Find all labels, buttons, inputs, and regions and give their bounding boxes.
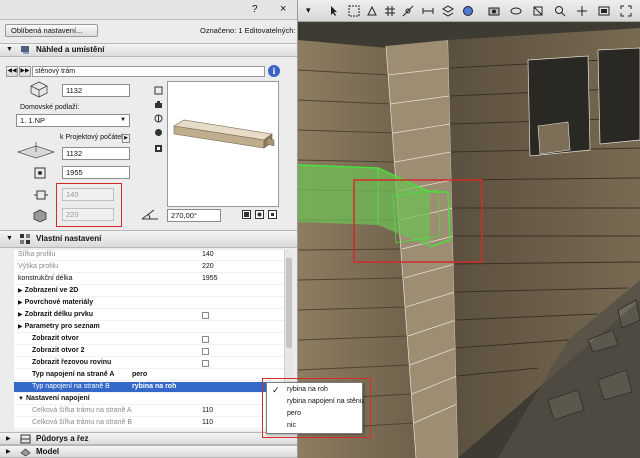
settings-panel: ? × Oblíbená nastavení... Označeno: 1 Ed…	[0, 0, 298, 458]
expand-triangle-icon: ▶	[18, 300, 23, 306]
home-story-label: Domovské podlaží:	[20, 104, 80, 111]
info-icon[interactable]: i	[268, 65, 280, 77]
expand-triangle-icon: ▶	[18, 312, 23, 318]
favorites-button[interactable]: Oblíbená nastavení...	[5, 24, 98, 37]
side-view-icon[interactable]	[154, 100, 163, 109]
arrow-tool-icon[interactable]	[328, 5, 340, 17]
front-view-icon[interactable]	[154, 114, 163, 123]
expand-triangle-icon: ▶	[6, 436, 11, 442]
mirror-right-icon[interactable]	[268, 210, 277, 219]
render-tool-icon[interactable]	[462, 5, 474, 17]
home-story-select[interactable]: 1. 1.NP ▼	[16, 114, 130, 127]
table-row[interactable]: ▶ Zobrazit délku prvku	[14, 310, 284, 321]
section-floorplan[interactable]: ▶ Půdorys a řez	[0, 432, 297, 445]
table-row[interactable]: ▶ Zobrazení ve 2D	[14, 286, 284, 297]
expand-triangle-icon: ▶	[18, 288, 23, 294]
table-row[interactable]: konstrukční délka 1955	[14, 274, 284, 285]
project-origin-label: k Projektový počátek	[60, 134, 125, 141]
floorplan-icon	[20, 434, 31, 444]
beam-settings-icon	[21, 46, 29, 54]
panel-title-bar: ? ×	[0, 0, 297, 20]
table-row[interactable]: Typ napojení na straně Apero	[14, 370, 284, 381]
zoom-tool-icon[interactable]	[554, 5, 566, 17]
section-title: Vlastní nastavení	[36, 234, 102, 243]
table-row[interactable]: ▶ Parametry pro seznam	[14, 322, 284, 333]
top-offset-icon	[30, 81, 48, 98]
collapse-triangle-icon: ▼	[18, 396, 24, 402]
snap-tool-icon[interactable]	[366, 5, 378, 17]
orbit-tool-icon[interactable]	[510, 5, 522, 17]
expand-triangle-icon: ▶	[6, 449, 11, 455]
checkbox[interactable]	[202, 336, 209, 343]
chevron-down-icon[interactable]: ▾	[306, 5, 318, 17]
origin-toggle-button[interactable]: ▶	[122, 134, 130, 143]
home-story-value: 1. 1.NP	[20, 116, 46, 125]
checkbox[interactable]	[202, 312, 209, 319]
scroll-thumb[interactable]	[286, 258, 292, 348]
table-row[interactable]: Celková šířka trámu na straně A 110	[14, 406, 284, 417]
section-custom-settings[interactable]: ▼ Vlastní nastavení	[0, 230, 297, 248]
highlight-box	[262, 378, 371, 438]
top-offset-input[interactable]: 1132	[62, 84, 130, 97]
axonometric-view-icon[interactable]	[154, 128, 163, 137]
height-icon	[33, 209, 47, 222]
close-icon[interactable]: ×	[280, 3, 286, 15]
dimension-tool-icon[interactable]	[422, 5, 434, 17]
project-origin-input[interactable]: 1132	[62, 147, 130, 160]
prev-profile-button[interactable]: ◀◀	[6, 66, 18, 77]
properties-table: Šířka profilu 140 Výška profilu 220 konstr…	[14, 250, 284, 430]
viewport-toolbar: ▾	[298, 0, 640, 22]
table-row[interactable]: Zobrazit řezovou rovinu	[14, 358, 284, 369]
marquee-tool-icon[interactable]	[348, 5, 360, 17]
story-offset-icon	[16, 142, 56, 159]
profile-name-field[interactable]: stěnový trám	[32, 66, 265, 77]
section-view-icon[interactable]	[154, 144, 163, 153]
highlight-box	[56, 183, 122, 227]
pan-tool-icon[interactable]	[576, 5, 588, 17]
layer-tool-icon[interactable]	[442, 5, 454, 17]
mirror-left-icon[interactable]	[242, 210, 251, 219]
section-preview-placement[interactable]: ▼ Náhled a umístění	[0, 43, 297, 57]
next-profile-button[interactable]: ▶▶	[19, 66, 31, 77]
model-icon	[20, 448, 31, 457]
checkbox[interactable]	[202, 360, 209, 367]
rotation-angle-input[interactable]: 270,00°	[167, 209, 221, 222]
table-row[interactable]: Výška profilu 220	[14, 262, 284, 273]
table-row-selected[interactable]: Typ napojení na straně Brybina na roh	[14, 382, 284, 393]
section-title: Náhled a umístění	[36, 45, 105, 54]
table-row[interactable]: ▶ Povrchové materiály	[14, 298, 284, 309]
length-input[interactable]: 1955	[62, 166, 130, 179]
fit-window-icon[interactable]	[620, 5, 632, 17]
view-settings-icon[interactable]	[598, 5, 610, 17]
table-row[interactable]: Celková šířka trámu na straně B 110	[14, 418, 284, 429]
camera-tool-icon[interactable]	[488, 5, 500, 17]
mirror-center-icon[interactable]	[255, 210, 264, 219]
collapse-triangle-icon: ▼	[6, 46, 13, 53]
guide-lines-icon[interactable]	[402, 5, 414, 17]
selection-info: Označeno: 1 Editovatelných: 1	[200, 26, 298, 35]
table-row[interactable]: Zobrazit otvor 2	[14, 346, 284, 357]
table-row[interactable]: Zobrazit otvor	[14, 334, 284, 345]
table-row[interactable]: ▼ Nastavení napojení	[14, 394, 284, 405]
plan-view-icon[interactable]	[154, 86, 163, 95]
rotation-angle-icon	[141, 209, 158, 220]
collapse-triangle-icon: ▼	[6, 235, 13, 242]
length-icon	[34, 167, 46, 179]
grid-snap-icon[interactable]	[384, 5, 396, 17]
help-icon[interactable]: ?	[252, 4, 258, 15]
checkbox[interactable]	[202, 348, 209, 355]
custom-settings-icon	[20, 234, 30, 244]
width-icon	[34, 190, 48, 200]
expand-triangle-icon: ▶	[18, 324, 23, 330]
section-box-icon[interactable]	[532, 5, 544, 17]
beam-preview	[167, 81, 279, 207]
table-row[interactable]: Šířka profilu 140	[14, 250, 284, 261]
section-model[interactable]: ▶ Model	[0, 445, 297, 458]
beam-preview-drawing	[173, 119, 275, 149]
chevron-down-icon: ▼	[120, 117, 126, 123]
